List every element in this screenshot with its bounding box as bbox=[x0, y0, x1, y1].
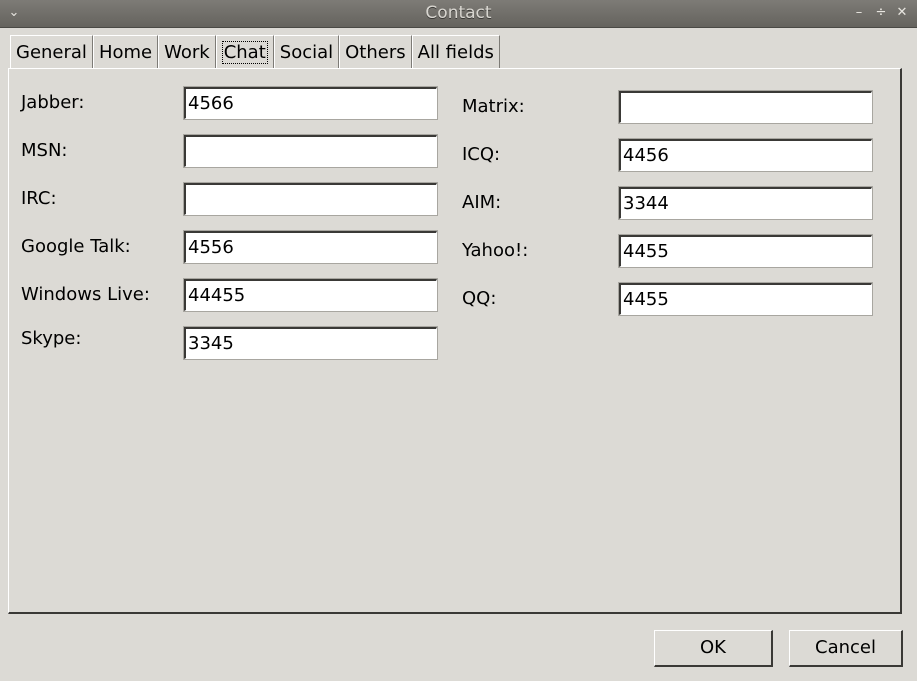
tab-label: Work bbox=[164, 42, 210, 63]
jabber-field[interactable] bbox=[183, 86, 438, 120]
qq-field[interactable] bbox=[618, 282, 873, 316]
tab-others[interactable]: Others bbox=[339, 35, 412, 68]
title-bar[interactable]: ⌄ Contact – ÷ ✕ bbox=[0, 0, 917, 28]
windows-live-field[interactable] bbox=[183, 278, 438, 312]
contact-dialog: ⌄ Contact – ÷ ✕ General Home Work Chat S… bbox=[0, 0, 917, 681]
qq-label: QQ: bbox=[462, 288, 497, 309]
google-talk-label: Google Talk: bbox=[21, 236, 131, 257]
google-talk-field[interactable] bbox=[183, 230, 438, 264]
tab-label: Others bbox=[345, 42, 406, 63]
icq-field[interactable] bbox=[618, 138, 873, 172]
aim-label: AIM: bbox=[462, 192, 502, 213]
msn-field[interactable] bbox=[183, 134, 438, 168]
windows-live-label: Windows Live: bbox=[21, 284, 150, 305]
skype-field[interactable] bbox=[183, 326, 438, 360]
matrix-label: Matrix: bbox=[462, 96, 525, 117]
jabber-label: Jabber: bbox=[21, 92, 85, 113]
window-title: Contact bbox=[425, 3, 492, 23]
tab-all-fields[interactable]: All fields bbox=[411, 35, 500, 68]
tab-chat[interactable]: Chat bbox=[215, 35, 274, 68]
tab-bar: General Home Work Chat Social Others All… bbox=[10, 35, 500, 69]
tab-social[interactable]: Social bbox=[273, 35, 340, 68]
tab-general[interactable]: General bbox=[10, 35, 93, 68]
yahoo-label: Yahoo!: bbox=[462, 240, 529, 261]
tab-work[interactable]: Work bbox=[158, 35, 216, 68]
irc-field[interactable] bbox=[183, 182, 438, 216]
minimize-icon[interactable]: – bbox=[850, 4, 868, 22]
ok-button[interactable]: OK bbox=[654, 630, 773, 667]
aim-field[interactable] bbox=[618, 186, 873, 220]
close-icon[interactable]: ✕ bbox=[893, 4, 911, 22]
tab-label: Home bbox=[98, 42, 153, 63]
skype-label: Skype: bbox=[21, 328, 82, 349]
irc-label: IRC: bbox=[21, 188, 57, 209]
yahoo-field[interactable] bbox=[618, 234, 873, 268]
tab-label: All fields bbox=[417, 42, 494, 63]
maximize-icon[interactable]: ÷ bbox=[872, 4, 890, 22]
tab-home[interactable]: Home bbox=[92, 35, 159, 68]
tab-label: General bbox=[16, 42, 87, 63]
tab-label: Chat bbox=[221, 41, 268, 64]
tab-label: Social bbox=[279, 42, 334, 63]
msn-label: MSN: bbox=[21, 140, 68, 161]
cancel-button[interactable]: Cancel bbox=[789, 630, 903, 667]
matrix-field[interactable] bbox=[618, 90, 873, 124]
icq-label: ICQ: bbox=[462, 144, 501, 165]
